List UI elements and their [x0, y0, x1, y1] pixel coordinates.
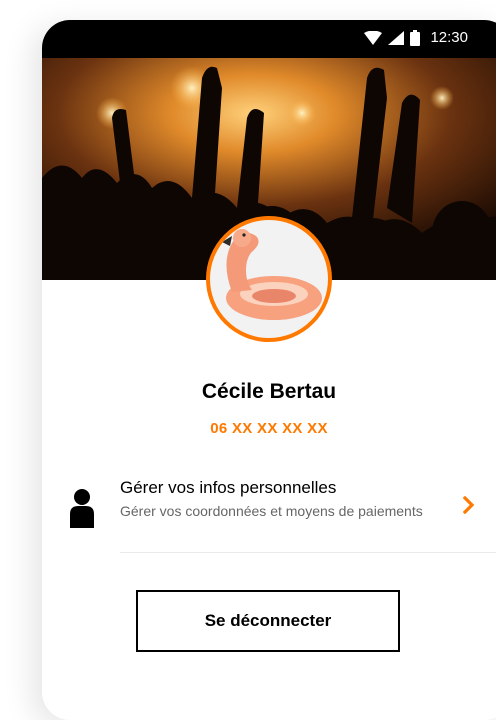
logout-button[interactable]: Se déconnecter — [136, 590, 400, 652]
wifi-icon — [364, 30, 383, 45]
profile-phone: 06 XX XX XX XX — [210, 420, 328, 437]
chevron-right-icon — [462, 496, 475, 514]
signal-icon — [388, 30, 405, 45]
status-time: 12:30 — [430, 29, 468, 46]
battery-icon — [410, 29, 421, 46]
logout-label: Se déconnecter — [204, 611, 332, 630]
menu-item-subtitle: Gérer vos coordonnées et moyens de paiem… — [120, 503, 423, 519]
menu-item-title: Gérer vos infos personnelles — [120, 478, 337, 497]
avatar[interactable] — [206, 216, 332, 342]
flamingo-float-avatar — [222, 229, 322, 320]
phone-frame: 12:30 Cécile Bertau 06 XX XX XX XX Gérer… — [42, 20, 496, 720]
status-icons: 12:30 — [364, 29, 468, 46]
profile-name: Cécile Bertau — [201, 380, 337, 403]
divider — [120, 552, 496, 553]
menu-item-personal-info[interactable]: Gérer vos infos personnelles Gérer vos c… — [42, 472, 496, 554]
person-icon — [70, 489, 94, 528]
status-bar: 12:30 — [42, 20, 496, 58]
